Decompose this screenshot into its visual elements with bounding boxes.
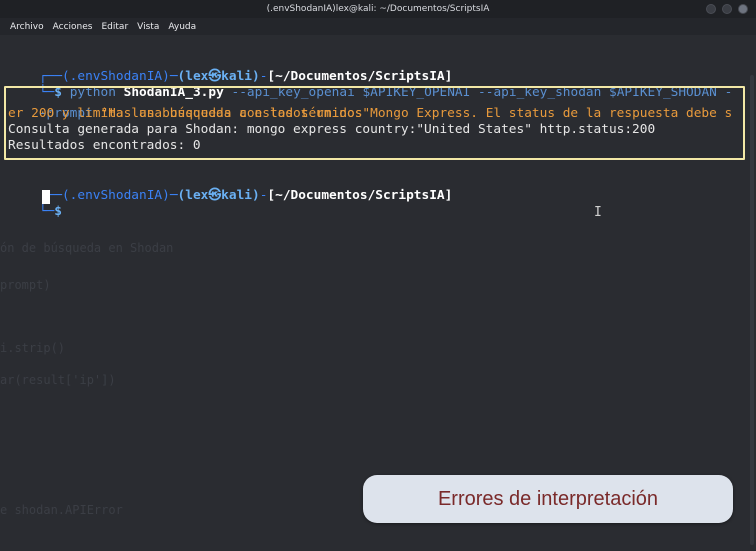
menu-ayuda[interactable]: Ayuda: [168, 22, 196, 32]
window-title: (.envShodanIA)lex@kali: ~/Documentos/Scr…: [266, 4, 490, 14]
command-line-empty: └─$: [38, 204, 62, 219]
menu-bar: Archivo Acciones Editar Vista Ayuda: [0, 18, 756, 35]
ghost-line: i.strip(): [0, 341, 66, 355]
ghost-line: ón de búsqueda en Shodan: [0, 241, 174, 255]
window-titlebar: (.envShodanIA)lex@kali: ~/Documentos/Scr…: [0, 0, 756, 18]
prompt-line-2: ┌──(.envShodanIA)─(lex㉿kali)-[~/Document…: [38, 188, 453, 203]
menu-vista[interactable]: Vista: [137, 22, 159, 32]
text-cursor: [42, 190, 50, 204]
terminal-area[interactable]: ón de búsqueda en Shodan prompt) i.strip…: [0, 35, 756, 551]
menu-acciones[interactable]: Acciones: [53, 22, 93, 32]
terminal-scrollbar[interactable]: [750, 75, 754, 545]
window-controls: [706, 4, 748, 14]
menu-editar[interactable]: Editar: [102, 22, 129, 32]
caption-badge: Errores de interpretación: [363, 475, 733, 523]
ibeam-cursor-icon: I: [594, 205, 602, 220]
ghost-line: e shodan.APIError: [0, 503, 123, 517]
menu-archivo[interactable]: Archivo: [10, 22, 44, 32]
close-icon[interactable]: [738, 4, 748, 14]
highlight-box: [4, 86, 745, 160]
ghost-line: ar(result['ip']): [0, 373, 116, 387]
maximize-icon[interactable]: [722, 4, 732, 14]
minimize-icon[interactable]: [706, 4, 716, 14]
ghost-line: prompt): [0, 278, 51, 292]
